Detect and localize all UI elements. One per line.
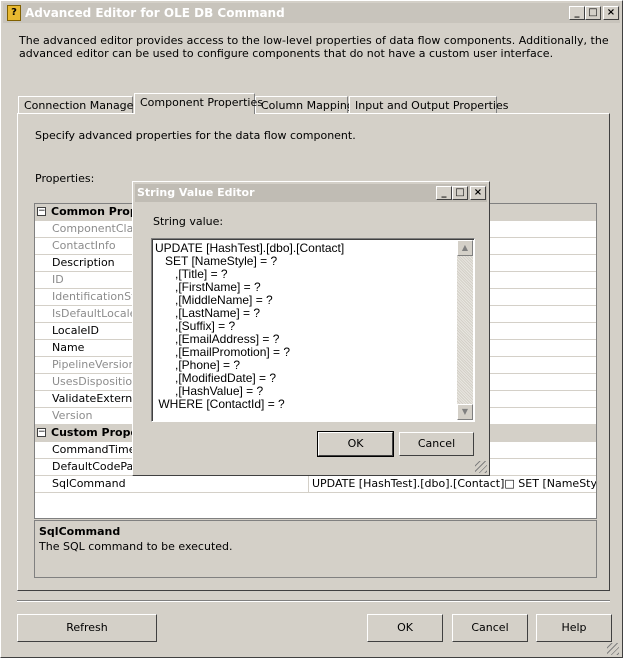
description-text: The SQL command to be executed. <box>39 540 233 553</box>
refresh-button[interactable]: Refresh <box>17 614 157 642</box>
properties-label: Properties: <box>35 172 95 185</box>
tab-component-properties[interactable]: Component Properties <box>134 93 263 114</box>
property-row[interactable]: SqlCommand UPDATE [HashTest].[dbo].[Conta… <box>35 476 596 493</box>
title-bar: ? Advanced Editor for OLE DB Command _ □… <box>3 3 620 23</box>
dialog-minimize-button[interactable]: _ <box>436 186 452 200</box>
string-value-editor-dialog: String Value Editor _ □ × String value: … <box>132 181 490 476</box>
tab-connection-managers[interactable]: Connection Managers <box>18 96 144 114</box>
dialog-title-bar: String Value Editor <box>135 184 487 202</box>
property-value[interactable]: UPDATE [HashTest].[dbo].[Contact]□ SET [… <box>309 476 596 492</box>
tab-column-mappings[interactable]: Column Mappings <box>255 96 360 114</box>
dialog-title: String Value Editor <box>137 186 255 199</box>
cancel-button[interactable]: Cancel <box>452 614 528 642</box>
help-button[interactable]: Help <box>536 614 612 642</box>
description-title: SqlCommand <box>39 525 121 538</box>
description-pane: SqlCommand The SQL command to be execute… <box>34 520 597 578</box>
intro-text: The advanced editor provides access to t… <box>19 34 609 60</box>
maximize-button[interactable]: □ <box>585 6 601 20</box>
dialog-cancel-button[interactable]: Cancel <box>399 432 474 456</box>
scroll-up-icon[interactable]: ▲ <box>457 240 473 256</box>
string-value-label: String value: <box>153 215 224 228</box>
dialog-close-button[interactable]: × <box>470 186 486 200</box>
dialog-ok-button[interactable]: OK <box>317 431 394 457</box>
dialog-resize-grip[interactable] <box>475 461 487 473</box>
panel-hint: Specify advanced properties for the data… <box>35 129 356 142</box>
close-button[interactable]: × <box>603 6 619 20</box>
resize-grip[interactable] <box>607 643 619 655</box>
string-value-textarea[interactable]: UPDATE [HashTest].[dbo].[Contact] SET [N… <box>151 238 475 422</box>
string-value-text[interactable]: UPDATE [HashTest].[dbo].[Contact] SET [N… <box>155 242 344 411</box>
app-icon: ? <box>7 5 21 21</box>
tab-input-output-properties[interactable]: Input and Output Properties <box>349 96 508 114</box>
dialog-maximize-button[interactable]: □ <box>452 186 468 200</box>
window-title: Advanced Editor for OLE DB Command <box>25 6 285 20</box>
vertical-scrollbar[interactable]: ▲ ▼ <box>457 240 473 420</box>
ok-button[interactable]: OK <box>367 614 443 642</box>
property-name: SqlCommand <box>49 476 309 492</box>
scroll-down-icon[interactable]: ▼ <box>457 404 473 420</box>
separator <box>17 600 610 602</box>
minimize-button[interactable]: _ <box>569 6 585 20</box>
